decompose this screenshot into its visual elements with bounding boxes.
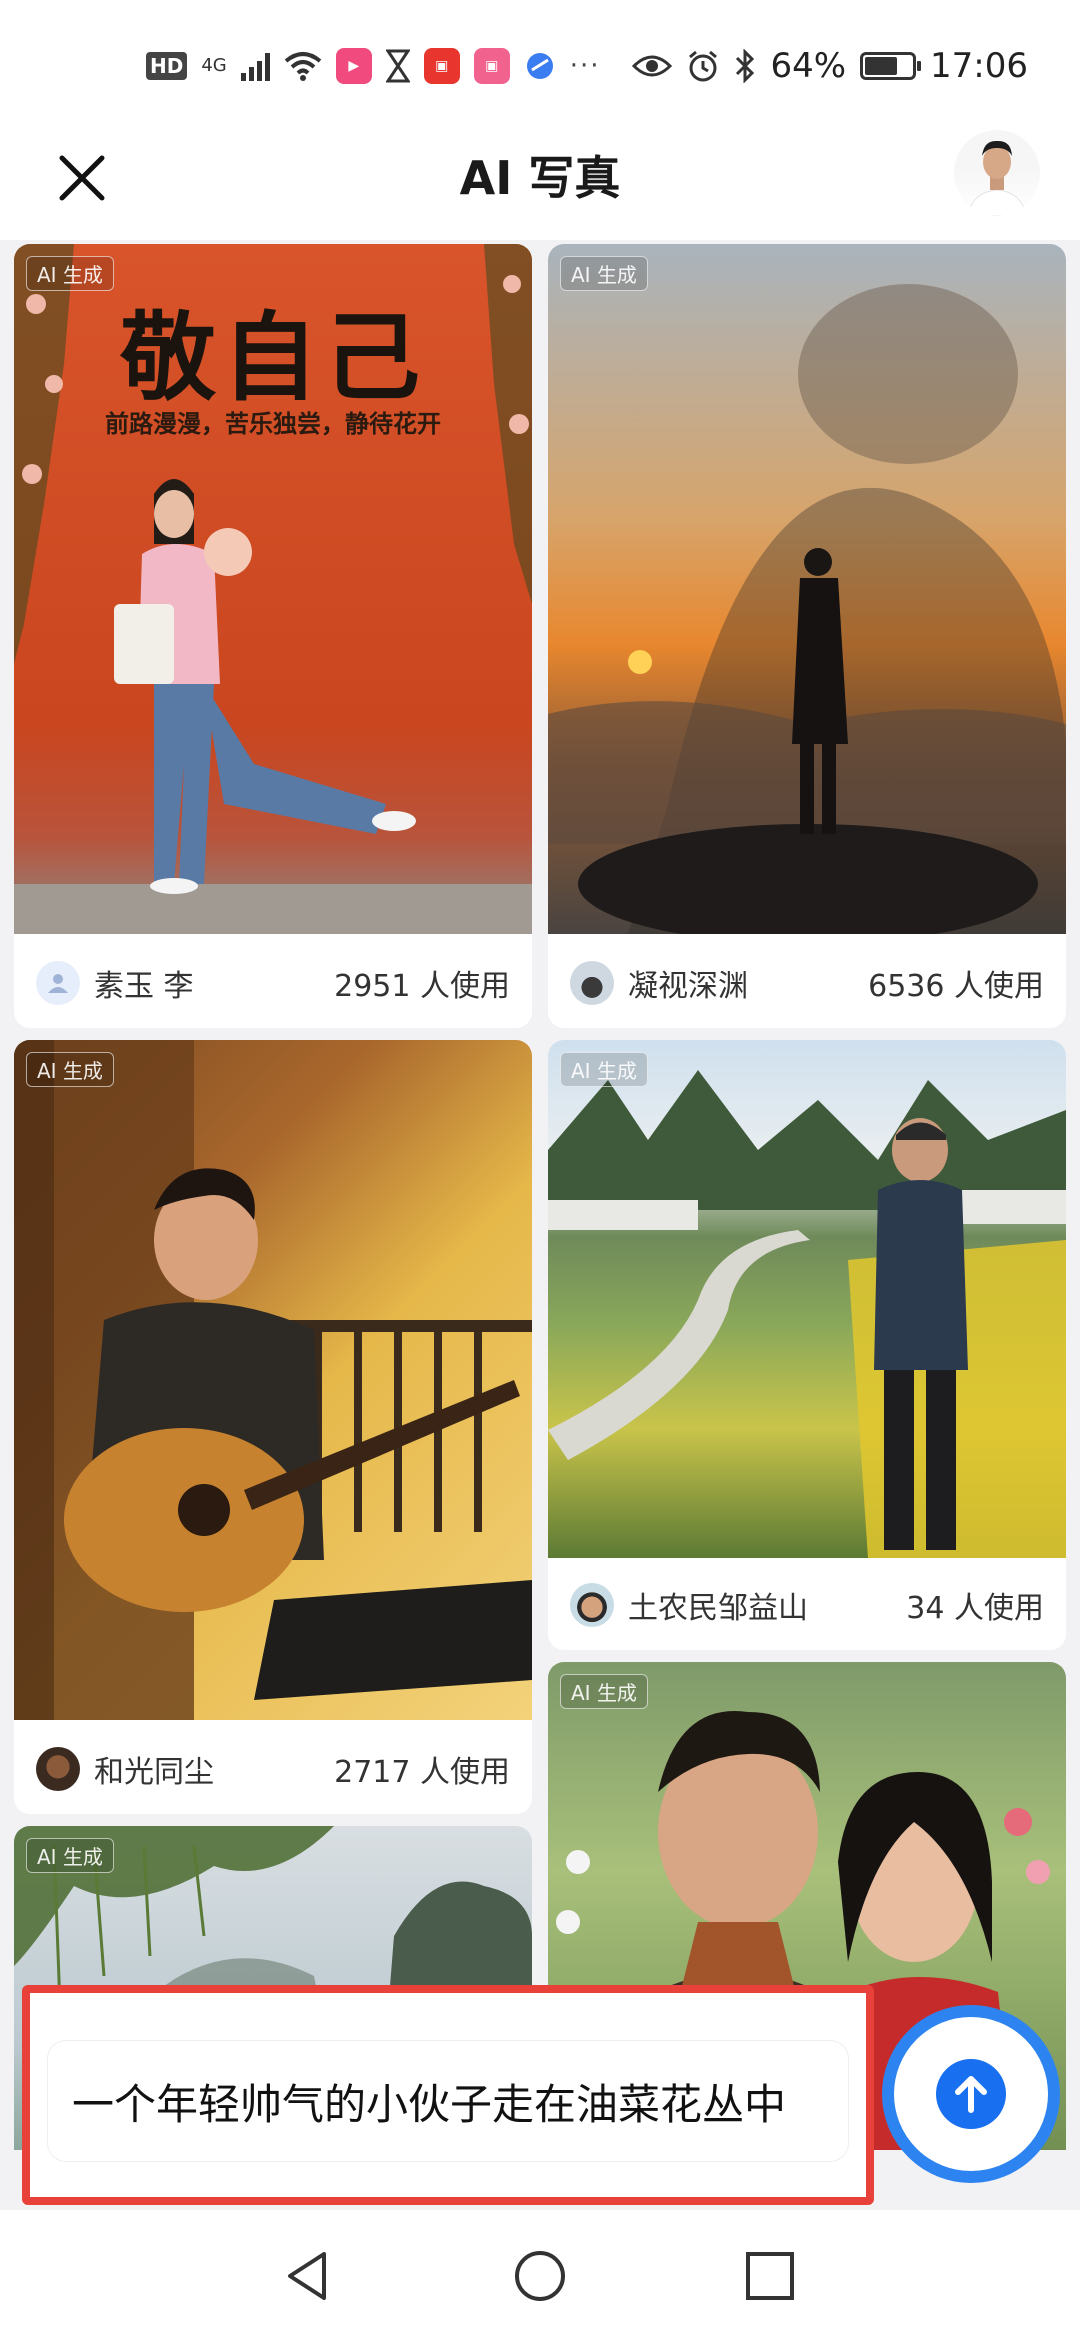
card-meta: 素玉 李 2951 人使用 xyxy=(14,938,532,1028)
card-meta: 凝视深渊 6536 人使用 xyxy=(548,938,1066,1028)
huawei-app-icon: ▣ xyxy=(423,48,460,84)
ai-generated-tag: AI 生成 xyxy=(560,256,648,291)
card-usage-count: 6536 人使用 xyxy=(868,969,1044,1004)
card-meta: 土农民邹益山 34 人使用 xyxy=(548,1560,1066,1650)
template-card[interactable]: 敬自己 前路漫漫，苦乐独尝，静待花开 AI 生成 素玉 李 2951 人使用 xyxy=(14,244,532,1028)
card-meta: 和光同尘 2717 人使用 xyxy=(14,1724,532,1814)
template-card[interactable]: AI 生成 凝视深渊 6536 人使用 xyxy=(548,244,1066,1028)
card-user-avatar xyxy=(36,1747,80,1791)
ai-generated-tag: AI 生成 xyxy=(26,1838,114,1873)
video-app-icon: ▶ xyxy=(335,48,372,84)
wifi-icon xyxy=(284,52,322,81)
card-user-name: 素玉 李 xyxy=(94,969,194,1004)
arrow-up-icon xyxy=(955,2076,987,2113)
back-icon[interactable] xyxy=(280,2246,340,2306)
card-user-avatar xyxy=(570,1583,614,1627)
field-illustration xyxy=(548,1070,1066,1558)
send-button-highlight xyxy=(882,2005,1060,2183)
guitar-illustration xyxy=(14,1040,532,1720)
avatar-portrait xyxy=(967,140,1027,216)
clock: 17:06 xyxy=(930,46,1028,86)
card-user-name: 凝视深渊 xyxy=(628,969,748,1004)
status-right: 64% 17:06 xyxy=(632,44,1028,88)
sunset-illustration xyxy=(548,284,1066,934)
ai-generated-tag: AI 生成 xyxy=(560,1674,648,1709)
battery-percent: 64% xyxy=(770,46,847,86)
ai-generated-tag: AI 生成 xyxy=(26,256,114,291)
poster-title: 敬自己 xyxy=(120,301,426,414)
card-usage-count: 2717 人使用 xyxy=(334,1755,510,1790)
card-user-avatar xyxy=(36,961,80,1005)
ai-generated-tag: AI 生成 xyxy=(560,1052,648,1087)
battery-level xyxy=(865,57,898,75)
prompt-input[interactable]: 一个年轻帅气的小伙子走在油菜花丛中 xyxy=(48,2041,848,2161)
prompt-input-highlight: 一个年轻帅气的小伙子走在油菜花丛中 xyxy=(22,1985,874,2205)
card-user-name: 土农民邹益山 xyxy=(628,1591,808,1626)
page-title: AI 写真 xyxy=(459,151,621,205)
poster-subtitle: 前路漫漫，苦乐独尝，静待花开 xyxy=(105,409,441,438)
template-feed: 敬自己 前路漫漫，苦乐独尝，静待花开 AI 生成 素玉 李 2951 人使用 A… xyxy=(0,240,1080,2150)
send-button[interactable] xyxy=(936,2059,1006,2129)
status-bar: HD 4G ▶ ▣ ▣ ··· 64% 17:06 xyxy=(0,0,1080,130)
card-usage-count: 2951 人使用 xyxy=(334,969,510,1004)
template-card[interactable]: AI 生成 和光同尘 2717 人使用 xyxy=(14,1040,532,1814)
card-user-avatar xyxy=(570,961,614,1005)
system-nav-bar xyxy=(0,2210,1080,2340)
eye-icon xyxy=(632,55,673,77)
card-user-name: 和光同尘 xyxy=(94,1755,214,1790)
card-image: 敬自己 前路漫漫，苦乐独尝，静待花开 AI 生成 xyxy=(14,244,532,934)
card-image: AI 生成 xyxy=(14,1040,532,1720)
hd-badge: HD xyxy=(146,52,188,80)
card-usage-count: 34 人使用 xyxy=(906,1591,1044,1626)
home-icon[interactable] xyxy=(510,2246,570,2306)
signal-icon xyxy=(240,51,270,81)
person-icon xyxy=(48,974,68,993)
battery-icon xyxy=(860,52,922,80)
more-notifications: ··· xyxy=(569,51,601,81)
recents-icon[interactable] xyxy=(740,2246,800,2306)
ai-generated-tag: AI 生成 xyxy=(26,1052,114,1087)
bluetooth-icon xyxy=(736,49,755,83)
bilibili-app-icon: ▣ xyxy=(473,48,510,84)
alarm-icon xyxy=(689,50,718,82)
prompt-input-value: 一个年轻帅气的小伙子走在油菜花丛中 xyxy=(72,2079,787,2129)
network-type: 4G xyxy=(201,55,227,76)
user-avatar[interactable] xyxy=(954,130,1040,216)
card-image: AI 生成 xyxy=(548,1040,1066,1558)
template-card[interactable]: AI 生成 土农民邹益山 34 人使用 xyxy=(548,1040,1066,1650)
status-left: HD 4G ▶ ▣ ▣ ··· xyxy=(146,44,601,88)
hourglass-icon xyxy=(385,49,410,83)
app-header: AI 写真 xyxy=(0,130,1080,240)
browser-icon xyxy=(526,53,553,79)
card-image: AI 生成 xyxy=(548,244,1066,934)
